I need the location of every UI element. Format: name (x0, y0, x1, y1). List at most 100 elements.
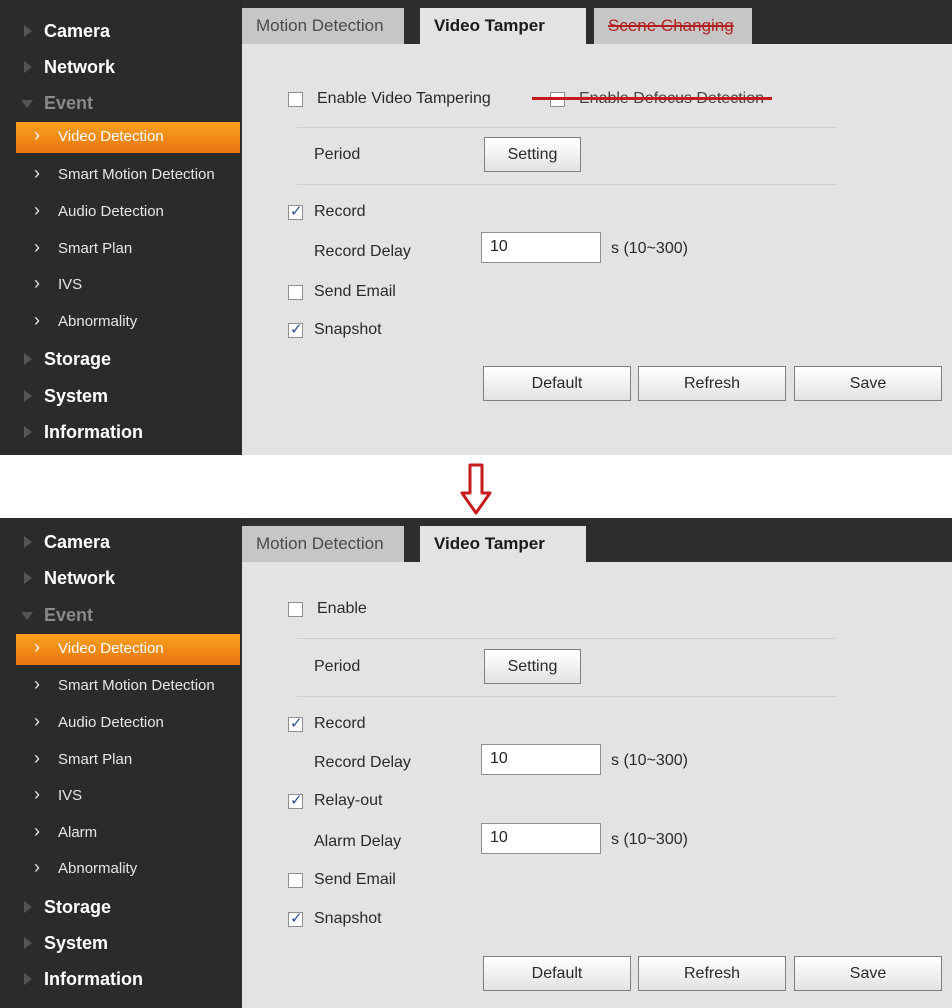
send-email-checkbox[interactable] (288, 285, 303, 300)
default-button[interactable]: Default (483, 956, 631, 991)
nav-system[interactable]: System (0, 926, 242, 960)
chevron-right-icon: › (34, 821, 40, 841)
sidebar: Camera Network Event › Video Detection ›… (0, 518, 242, 1008)
nav-camera-label: Camera (44, 531, 111, 552)
tab-bar: Motion Detection Video Tamper (242, 518, 952, 562)
nav-system-label: System (44, 385, 109, 406)
tab-scene-changing[interactable]: Scene Changing (594, 8, 752, 44)
collapsed-triangle-icon (24, 61, 32, 73)
nav-smart-plan[interactable]: › Smart Plan (16, 745, 240, 776)
tab-video-tamper-label: Video Tamper (434, 534, 545, 553)
collapsed-triangle-icon (24, 973, 32, 985)
tab-video-tamper-label: Video Tamper (434, 16, 545, 35)
refresh-button-label: Refresh (683, 374, 741, 392)
save-button[interactable]: Save (794, 956, 942, 991)
nav-smart-plan-label: Smart Plan (58, 240, 133, 257)
record-delay-input[interactable]: 10 (481, 744, 601, 775)
send-email-label: Send Email (314, 871, 396, 888)
chevron-right-icon: › (34, 310, 40, 330)
nav-abnormality[interactable]: › Abnormality (16, 854, 240, 885)
chevron-right-icon: › (34, 273, 40, 293)
nav-event[interactable]: Event (0, 86, 242, 120)
record-label: Record (314, 715, 366, 732)
chevron-right-icon: › (34, 163, 40, 183)
nav-information[interactable]: Information (0, 962, 242, 996)
nav-camera[interactable]: Camera (0, 525, 242, 559)
enable-video-tampering-checkbox[interactable] (288, 92, 303, 107)
nav-smart-motion-detection-label: Smart Motion Detection (58, 166, 215, 183)
nav-ivs-label: IVS (58, 787, 83, 804)
nav-video-detection[interactable]: › Video Detection (16, 634, 240, 665)
default-button-label: Default (531, 374, 583, 392)
nav-smart-motion-detection[interactable]: › Smart Motion Detection (16, 671, 240, 702)
snapshot-checkbox[interactable] (288, 909, 303, 927)
period-label: Period (314, 658, 361, 675)
tab-video-tamper[interactable]: Video Tamper (420, 526, 586, 562)
nav-camera-label: Camera (44, 20, 111, 41)
save-button-label: Save (849, 374, 887, 392)
record-checkbox[interactable] (288, 202, 303, 220)
record-delay-label: Record Delay (314, 754, 411, 771)
nav-smart-motion-detection[interactable]: › Smart Motion Detection (16, 160, 240, 191)
divider (297, 638, 837, 639)
nav-ivs[interactable]: › IVS (16, 781, 240, 812)
tab-scene-changing-label: Scene Changing (608, 16, 734, 35)
tab-motion-detection[interactable]: Motion Detection (242, 526, 404, 562)
refresh-button[interactable]: Refresh (638, 956, 786, 991)
nav-alarm[interactable]: › Alarm (16, 818, 240, 849)
nav-event[interactable]: Event (0, 598, 242, 632)
nav-video-detection[interactable]: › Video Detection (16, 122, 240, 153)
tab-motion-detection[interactable]: Motion Detection (242, 8, 404, 44)
nav-network[interactable]: Network (0, 561, 242, 595)
nav-system[interactable]: System (0, 379, 242, 413)
default-button[interactable]: Default (483, 366, 631, 401)
save-button[interactable]: Save (794, 366, 942, 401)
alarm-delay-label: Alarm Delay (314, 833, 402, 850)
period-label: Period (314, 146, 361, 163)
after-panel: Camera Network Event › Video Detection ›… (0, 518, 952, 1008)
tab-motion-detection-label: Motion Detection (256, 16, 384, 35)
record-checkbox[interactable] (288, 714, 303, 732)
nav-audio-detection[interactable]: › Audio Detection (16, 197, 240, 228)
collapsed-triangle-icon (24, 353, 32, 365)
before-panel: Camera Network Event › Video Detection ›… (0, 0, 952, 455)
tab-video-tamper[interactable]: Video Tamper (420, 8, 586, 44)
record-delay-unit: s (10~300) (611, 752, 688, 769)
nav-ivs[interactable]: › IVS (16, 270, 240, 301)
nav-network[interactable]: Network (0, 50, 242, 84)
setting-button-label: Setting (507, 145, 558, 163)
nav-abnormality[interactable]: › Abnormality (16, 307, 240, 338)
record-delay-input[interactable]: 10 (481, 232, 601, 263)
nav-storage[interactable]: Storage (0, 342, 242, 376)
divider (297, 184, 837, 185)
relay-out-checkbox[interactable] (288, 791, 303, 809)
nav-event-label: Event (44, 604, 94, 625)
nav-video-detection-label: Video Detection (58, 640, 164, 657)
nav-smart-plan[interactable]: › Smart Plan (16, 234, 240, 265)
snapshot-checkbox[interactable] (288, 320, 303, 338)
send-email-checkbox[interactable] (288, 873, 303, 888)
nav-audio-detection-label: Audio Detection (58, 714, 164, 731)
chevron-right-icon: › (34, 237, 40, 257)
nav-camera[interactable]: Camera (0, 14, 242, 48)
nav-ivs-label: IVS (58, 276, 83, 293)
default-button-label: Default (531, 964, 583, 982)
nav-information-label: Information (44, 968, 143, 989)
nav-smart-plan-label: Smart Plan (58, 751, 133, 768)
content-area: Motion Detection Video Tamper Scene Chan… (242, 0, 952, 455)
nav-network-label: Network (44, 56, 116, 77)
nav-information-label: Information (44, 421, 143, 442)
refresh-button-label: Refresh (683, 964, 741, 982)
nav-information[interactable]: Information (0, 415, 242, 449)
setting-button-label: Setting (507, 657, 558, 675)
refresh-button[interactable]: Refresh (638, 366, 786, 401)
nav-storage[interactable]: Storage (0, 890, 242, 924)
collapsed-triangle-icon (24, 390, 32, 402)
enable-checkbox[interactable] (288, 602, 303, 617)
alarm-delay-input[interactable]: 10 (481, 823, 601, 854)
nav-abnormality-label: Abnormality (58, 860, 138, 877)
setting-button[interactable]: Setting (484, 137, 581, 172)
setting-button[interactable]: Setting (484, 649, 581, 684)
divider (297, 696, 837, 697)
nav-audio-detection[interactable]: › Audio Detection (16, 708, 240, 739)
